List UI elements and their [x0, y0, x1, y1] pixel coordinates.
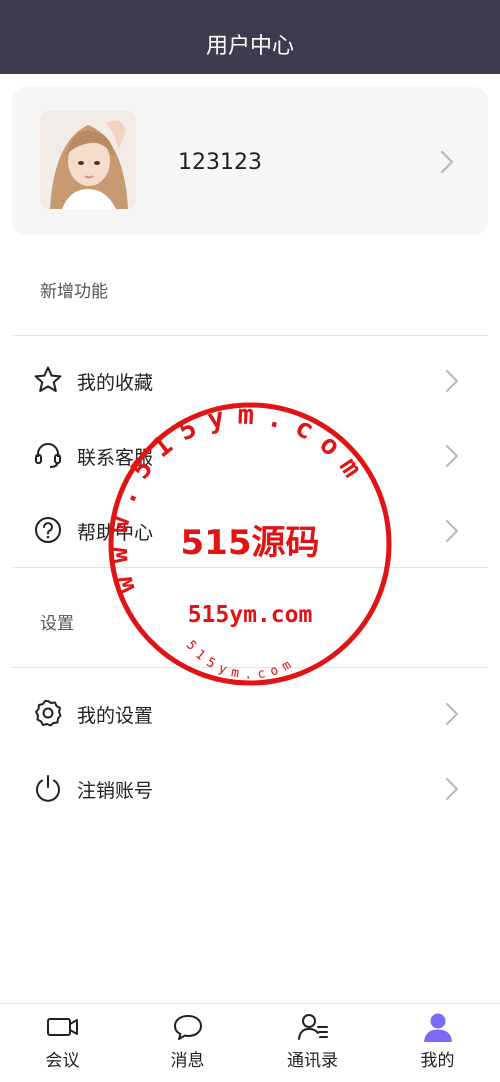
section-label-settings: 设置 — [40, 614, 74, 634]
contacts-icon — [297, 1012, 329, 1042]
menu-item-deactivate-account[interactable]: 注销账号 — [0, 758, 500, 818]
menu-item-label: 联系客服 — [77, 447, 154, 469]
stamp-inner-textpath: 515ym.com — [183, 638, 293, 682]
menu-item-label: 帮助中心 — [77, 522, 154, 544]
help-circle-icon — [33, 515, 63, 545]
divider — [12, 335, 488, 336]
tab-contacts[interactable]: 通讯录 — [250, 1004, 375, 1082]
profile-card[interactable]: 123123 — [12, 87, 488, 235]
chevron-right-icon — [442, 701, 462, 731]
person-icon — [422, 1012, 454, 1042]
divider — [12, 567, 488, 568]
star-icon — [33, 365, 63, 395]
menu-item-help-center[interactable]: 帮助中心 — [0, 500, 500, 560]
divider — [12, 667, 488, 668]
section-label-new-features: 新增功能 — [40, 282, 108, 302]
menu-item-label: 注销账号 — [77, 780, 154, 802]
chevron-right-icon — [442, 776, 462, 806]
power-icon — [33, 773, 63, 803]
menu-item-label: 我的设置 — [77, 705, 154, 727]
chevron-right-icon — [442, 443, 462, 473]
tab-me[interactable]: 我的 — [375, 1004, 500, 1082]
tab-messages[interactable]: 消息 — [125, 1004, 250, 1082]
tab-label: 通讯录 — [287, 1051, 338, 1071]
tab-meetings[interactable]: 会议 — [0, 1004, 125, 1082]
stamp-inner-text: 515ym.com — [183, 638, 299, 682]
tab-label: 消息 — [170, 1051, 205, 1071]
app-header: 用户中心 — [0, 0, 500, 74]
headset-icon — [33, 440, 63, 470]
menu-item-favorites[interactable]: 我的收藏 — [0, 350, 500, 410]
chevron-right-icon — [442, 368, 462, 398]
chevron-right-icon — [437, 149, 457, 179]
page-title: 用户中心 — [205, 34, 294, 59]
stamp-url: 515ym.com — [188, 602, 313, 628]
menu-item-my-settings[interactable]: 我的设置 — [0, 683, 500, 743]
menu-item-label: 我的收藏 — [77, 372, 154, 394]
video-camera-icon — [47, 1012, 79, 1042]
menu-item-customer-service[interactable]: 联系客服 — [0, 425, 500, 485]
chat-bubble-icon — [172, 1012, 204, 1042]
chevron-right-icon — [442, 518, 462, 548]
user-avatar[interactable] — [40, 111, 136, 209]
bottom-tab-bar: 会议 消息 通讯录 我的 — [0, 1003, 500, 1082]
tab-label: 会议 — [45, 1051, 80, 1071]
username: 123123 — [178, 150, 262, 175]
gear-icon — [33, 698, 63, 728]
tab-label: 我的 — [420, 1051, 455, 1071]
